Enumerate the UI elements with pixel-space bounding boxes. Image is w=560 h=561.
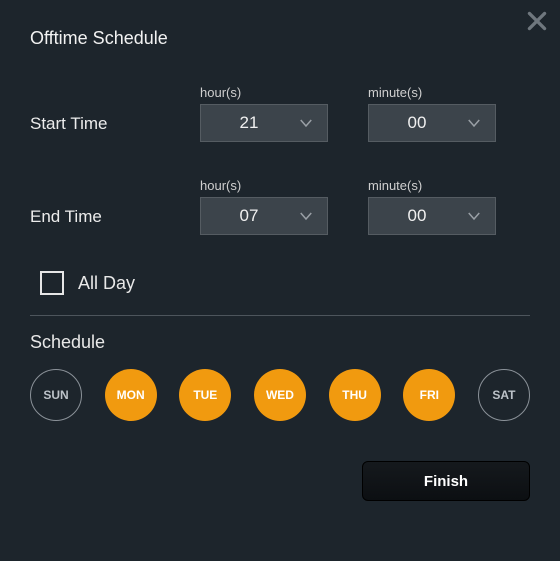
start-minute-field: minute(s) 00: [368, 85, 496, 142]
finish-button-label: Finish: [424, 473, 468, 490]
end-time-row: End Time hour(s) 07 minute(s) 00: [30, 178, 530, 235]
start-minute-value: 00: [369, 113, 465, 133]
end-minute-select[interactable]: 00: [368, 197, 496, 235]
finish-button[interactable]: Finish: [362, 461, 530, 501]
start-minute-select[interactable]: 00: [368, 104, 496, 142]
day-thu[interactable]: THU: [329, 369, 381, 421]
day-label: FRI: [420, 388, 439, 402]
day-fri[interactable]: FRI: [403, 369, 455, 421]
day-sat[interactable]: SAT: [478, 369, 530, 421]
day-label: THU: [342, 388, 367, 402]
day-label: TUE: [193, 388, 217, 402]
start-time-row: Start Time hour(s) 21 minute(s) 00: [30, 85, 530, 142]
end-hour-label: hour(s): [200, 178, 328, 193]
end-minute-value: 00: [369, 206, 465, 226]
start-hour-label: hour(s): [200, 85, 328, 100]
end-minute-field: minute(s) 00: [368, 178, 496, 235]
end-time-label: End Time: [30, 207, 200, 235]
divider: [30, 315, 530, 316]
start-minute-label: minute(s): [368, 85, 496, 100]
end-minute-label: minute(s): [368, 178, 496, 193]
all-day-row: All Day: [40, 271, 530, 295]
start-hour-field: hour(s) 21: [200, 85, 328, 142]
dialog-footer: Finish: [30, 461, 530, 501]
chevron-down-icon: [297, 207, 315, 225]
day-label: MON: [117, 388, 145, 402]
end-hour-field: hour(s) 07: [200, 178, 328, 235]
end-hour-select[interactable]: 07: [200, 197, 328, 235]
end-hour-value: 07: [201, 206, 297, 226]
day-sun[interactable]: SUN: [30, 369, 82, 421]
day-label: SUN: [43, 388, 68, 402]
offtime-dialog: Offtime Schedule Start Time hour(s) 21 m…: [0, 0, 560, 561]
day-tue[interactable]: TUE: [179, 369, 231, 421]
dialog-title: Offtime Schedule: [30, 28, 530, 49]
day-label: SAT: [492, 388, 515, 402]
day-label: WED: [266, 388, 294, 402]
chevron-down-icon: [465, 114, 483, 132]
all-day-checkbox[interactable]: [40, 271, 64, 295]
schedule-label: Schedule: [30, 332, 530, 353]
day-selector: SUN MON TUE WED THU FRI SAT: [30, 369, 530, 421]
day-wed[interactable]: WED: [254, 369, 306, 421]
day-mon[interactable]: MON: [105, 369, 157, 421]
all-day-label: All Day: [78, 273, 135, 294]
chevron-down-icon: [297, 114, 315, 132]
close-icon[interactable]: [524, 8, 550, 34]
start-hour-value: 21: [201, 113, 297, 133]
start-time-label: Start Time: [30, 114, 200, 142]
chevron-down-icon: [465, 207, 483, 225]
start-hour-select[interactable]: 21: [200, 104, 328, 142]
